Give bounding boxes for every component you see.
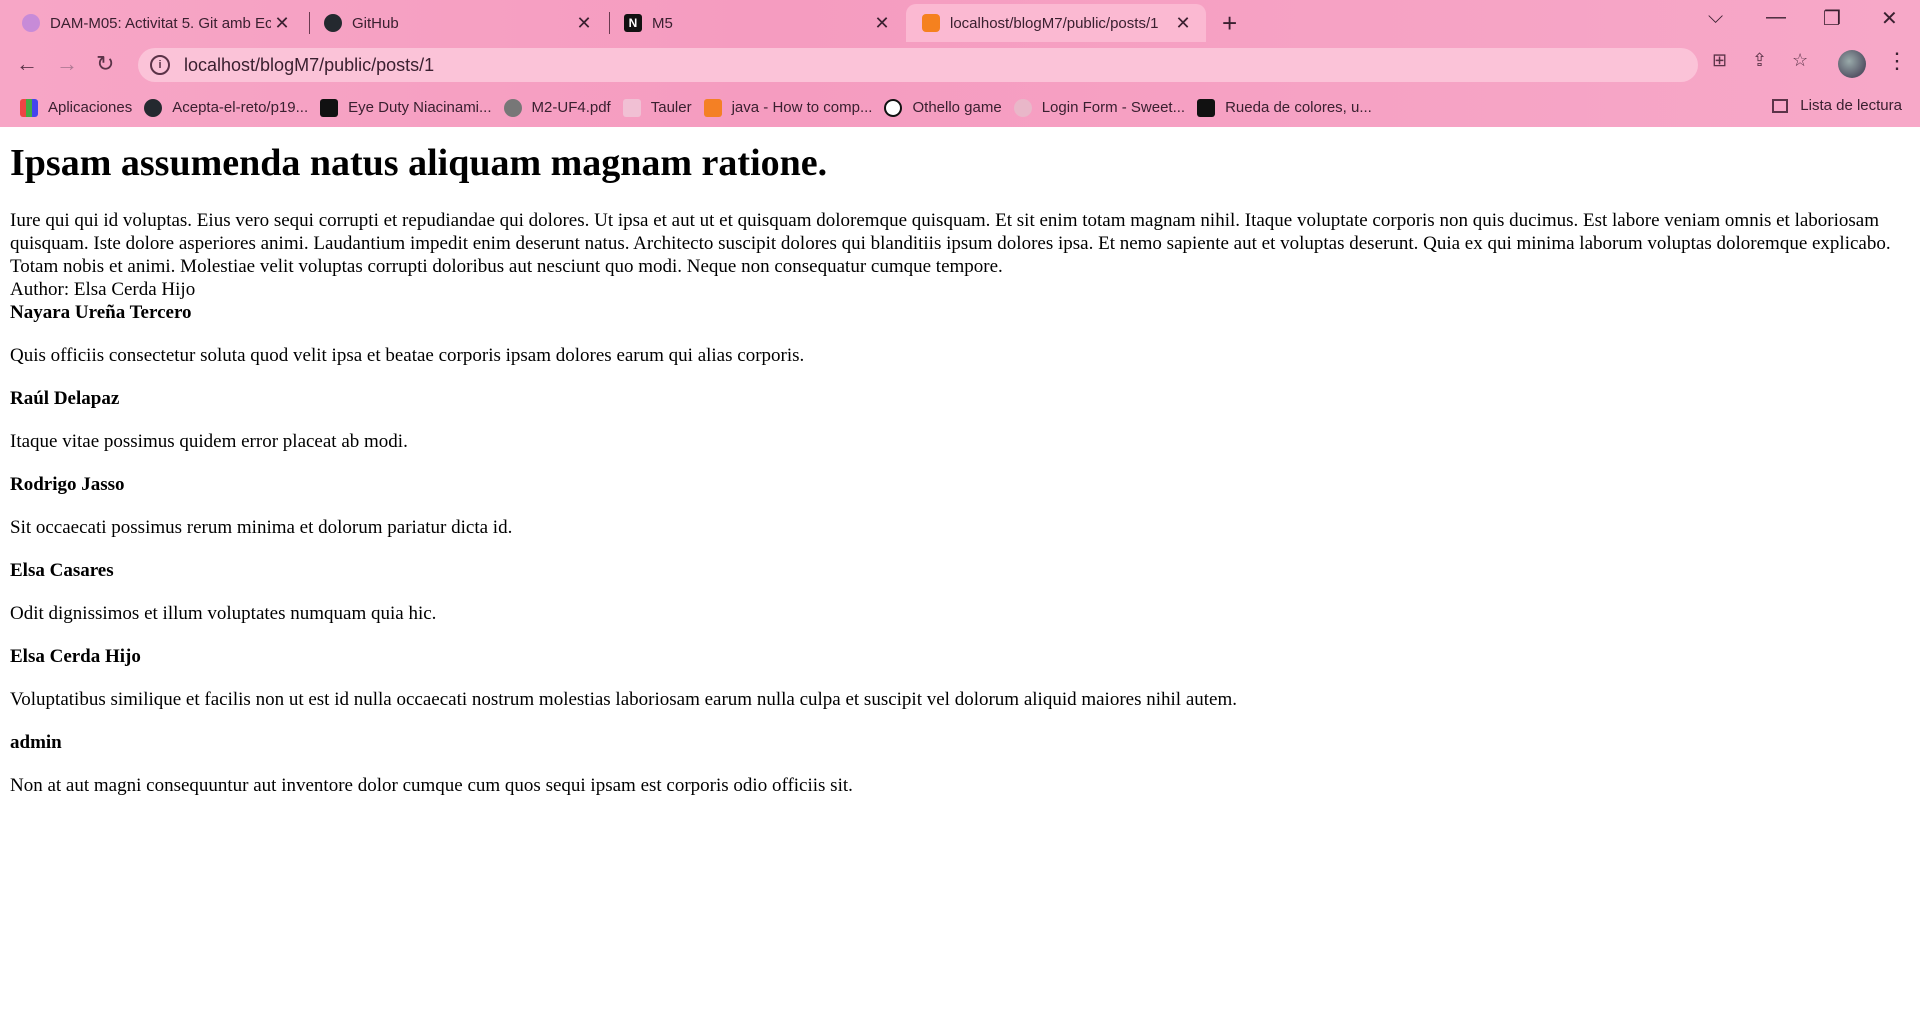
restore-button[interactable]: ❐	[1823, 6, 1841, 31]
back-button[interactable]: ←	[16, 51, 38, 77]
tab-title: GitHub	[352, 14, 399, 32]
forward-button[interactable]: →	[56, 51, 78, 77]
bookmark-item[interactable]: Tauler	[622, 98, 692, 117]
url-text: localhost/blogM7/public/posts/1	[184, 54, 435, 75]
bookmarks-bar: Aplicaciones Acepta-el-reto/p19... Eye D…	[0, 88, 1920, 127]
tab-search-chevron-icon[interactable]: ⌵	[1708, 6, 1723, 29]
bookmark-item[interactable]: Login Form - Sweet...	[1013, 98, 1186, 117]
bookmark-label: Login Form - Sweet...	[1041, 99, 1186, 116]
comment-text: Sit occaecati possimus rerum minima et d…	[10, 517, 513, 538]
bookmark-item[interactable]: Eye Duty Niacinami...	[320, 98, 492, 117]
tab-strip: DAM-M05: Activitat 5. Git amb Ec ✕ GitHu…	[0, 0, 1920, 42]
post-page: Ipsam assumenda natus aliquam magnam rat…	[10, 127, 1910, 817]
comment: Rodrigo Jasso Sit occaecati possimus rer…	[10, 473, 1910, 539]
profile-avatar[interactable]	[1838, 50, 1866, 78]
tab-title: DAM-M05: Activitat 5. Git amb Ec	[50, 14, 271, 32]
comment: Nayara Ureña Tercero Quis officiis conse…	[10, 301, 1910, 367]
sweet-icon	[1013, 98, 1032, 117]
reload-button[interactable]: ↻	[96, 51, 114, 77]
bookmark-item[interactable]: Acepta-el-reto/p19...	[144, 98, 309, 117]
browser-toolbar: ← → ↻ i localhost/blogM7/public/posts/1 …	[0, 42, 1920, 88]
tab-title: M5	[652, 14, 673, 32]
comment: Raúl Delapaz Itaque vitae possimus quide…	[10, 387, 1910, 453]
moodle-icon	[22, 14, 40, 32]
bookmark-item[interactable]: java - How to comp...	[703, 98, 873, 117]
tab-title: localhost/blogM7/public/posts/1	[950, 14, 1159, 32]
close-icon[interactable]: ✕	[573, 13, 595, 34]
comment-author: Raúl Delapaz	[10, 388, 120, 409]
comment-text: Quis officiis consectetur soluta quod ve…	[10, 345, 805, 366]
comment-author: Elsa Casares	[10, 560, 114, 581]
comment-text: Non at aut magni consequuntur aut invent…	[10, 775, 853, 796]
github-icon	[144, 98, 163, 117]
reading-list-icon	[1772, 98, 1789, 113]
new-tab-button[interactable]: +	[1222, 8, 1237, 39]
reading-list-button[interactable]: Lista de lectura	[1772, 97, 1902, 114]
browser-chrome: DAM-M05: Activitat 5. Git amb Ec ✕ GitHu…	[0, 0, 1920, 127]
star-icon[interactable]: ☆	[1792, 50, 1808, 71]
close-icon[interactable]: ✕	[871, 13, 893, 34]
comment: Elsa Cerda Hijo Voluptatibus similique e…	[10, 645, 1910, 711]
notion-icon: N	[624, 14, 642, 32]
apps-grid-icon	[20, 98, 38, 117]
comment-author: Rodrigo Jasso	[10, 474, 125, 495]
bookmark-item[interactable]: Othello game	[884, 98, 1002, 117]
comment: admin Non at aut magni consequuntur aut …	[10, 731, 1910, 797]
translate-icon[interactable]: ⊞	[1712, 50, 1727, 71]
close-icon[interactable]: ✕	[1172, 13, 1194, 34]
tab-m5[interactable]: N M5 ✕	[610, 4, 905, 42]
bookmark-label: Rueda de colores, u...	[1225, 99, 1372, 116]
github-icon	[324, 14, 342, 32]
minimize-button[interactable]: —	[1766, 6, 1786, 29]
canva-icon	[1197, 98, 1216, 117]
bookmark-label: Tauler	[650, 99, 692, 116]
close-icon[interactable]: ✕	[271, 13, 293, 34]
comment-author: admin	[10, 732, 62, 753]
reading-list-label: Lista de lectura	[1800, 97, 1902, 114]
comment-text: Voluptatibus similique et facilis non ut…	[10, 689, 1238, 710]
comment-text: Odit dignissimos et illum voluptates num…	[10, 603, 437, 624]
bookmark-item[interactable]: M2-UF4.pdf	[503, 98, 611, 117]
bookmark-apps[interactable]: Aplicaciones	[20, 98, 133, 117]
bookmark-item[interactable]: Rueda de colores, u...	[1197, 98, 1372, 117]
codepen-icon	[884, 98, 903, 117]
comment-author: Elsa Cerda Hijo	[10, 646, 141, 667]
tab-localhost[interactable]: localhost/blogM7/public/posts/1 ✕	[906, 4, 1206, 42]
address-bar[interactable]: i localhost/blogM7/public/posts/1	[138, 48, 1698, 82]
bookmark-label: Eye Duty Niacinami...	[348, 99, 492, 116]
post-author: Author: Elsa Cerda Hijo	[10, 279, 196, 300]
tab-github[interactable]: GitHub ✕	[310, 4, 607, 42]
bookmark-label: Othello game	[912, 99, 1002, 116]
comment: Elsa Casares Odit dignissimos et illum v…	[10, 559, 1910, 625]
stackoverflow-icon	[703, 98, 722, 117]
post-title: Ipsam assumenda natus aliquam magnam rat…	[10, 142, 828, 184]
comment-text: Itaque vitae possimus quidem error place…	[10, 431, 408, 452]
tauler-icon	[622, 98, 641, 117]
share-icon[interactable]: ⇪	[1752, 50, 1767, 71]
tab-moodle[interactable]: DAM-M05: Activitat 5. Git amb Ec ✕	[0, 4, 305, 42]
globe-icon	[503, 98, 522, 117]
close-window-button[interactable]: ✕	[1881, 6, 1898, 31]
bookmark-label: M2-UF4.pdf	[531, 99, 611, 116]
bookmark-label: Aplicaciones	[48, 99, 133, 116]
comments-list: Nayara Ureña Tercero Quis officiis conse…	[10, 301, 1910, 797]
comment-author: Nayara Ureña Tercero	[10, 302, 192, 323]
xampp-icon	[922, 14, 940, 32]
menu-icon[interactable]: ⋮	[1886, 48, 1908, 74]
bookmark-label: java - How to comp...	[731, 99, 873, 116]
info-icon[interactable]: i	[150, 55, 170, 75]
bookmark-label: Acepta-el-reto/p19...	[172, 99, 309, 116]
post-body: Iure qui qui id voluptas. Eius vero sequ…	[10, 210, 1891, 277]
product-icon	[320, 98, 339, 117]
